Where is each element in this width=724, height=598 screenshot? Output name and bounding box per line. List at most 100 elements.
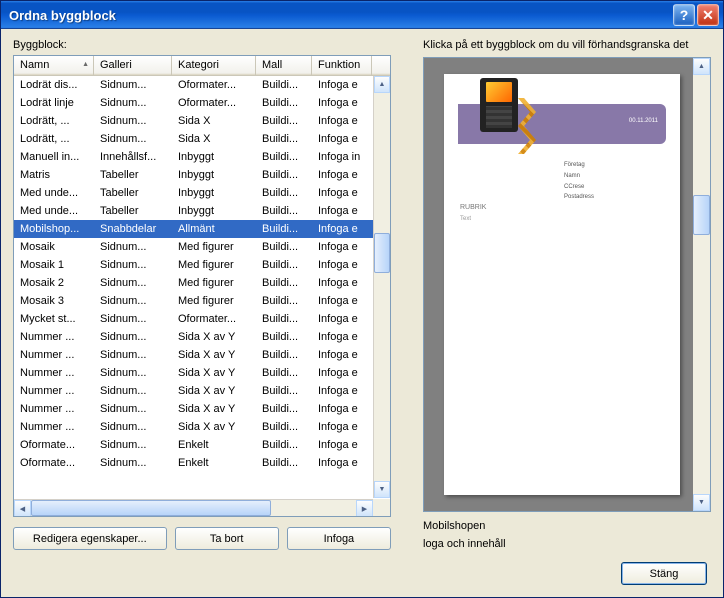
table-cell: Sidnum... bbox=[94, 113, 172, 129]
table-row[interactable]: Nummer ...Sidnum...Sida X av YBuildi...I… bbox=[14, 346, 390, 364]
table-row[interactable]: Lodrätt, ...Sidnum...Sida XBuildi...Info… bbox=[14, 130, 390, 148]
right-pane: Klicka på ett byggblock om du vill förha… bbox=[423, 39, 711, 550]
table-cell: Nummer ... bbox=[14, 365, 94, 381]
table-cell: Enkelt bbox=[172, 455, 256, 471]
table-cell: Mycket st... bbox=[14, 311, 94, 327]
col-funktion[interactable]: Funktion bbox=[312, 56, 372, 75]
table-cell: Med figurer bbox=[172, 239, 256, 255]
table-cell: Infoga e bbox=[312, 455, 372, 471]
table-cell: Med unde... bbox=[14, 203, 94, 219]
vertical-scrollbar[interactable]: ▲ ▼ bbox=[373, 76, 390, 498]
left-pane: Byggblock: Namn Galleri Kategori Mall Fu… bbox=[13, 39, 391, 550]
preview-item-desc: loga och innehåll bbox=[423, 538, 711, 550]
table-cell: Buildi... bbox=[256, 437, 312, 453]
table-row[interactable]: MatrisTabellerInbyggtBuildi...Infoga e bbox=[14, 166, 390, 184]
table-cell: Sida X av Y bbox=[172, 419, 256, 435]
table-cell: Inbyggt bbox=[172, 185, 256, 201]
hscroll-thumb[interactable] bbox=[31, 500, 271, 516]
table-cell: Buildi... bbox=[256, 329, 312, 345]
window-title: Ordna byggblock bbox=[9, 8, 671, 23]
footer: Stäng bbox=[13, 550, 711, 587]
horizontal-scrollbar[interactable]: ◀ ▶ bbox=[14, 499, 373, 516]
table-cell: Nummer ... bbox=[14, 329, 94, 345]
table-cell: Sidnum... bbox=[94, 347, 172, 363]
edit-properties-button[interactable]: Redigera egenskaper... bbox=[13, 527, 167, 550]
col-galleri[interactable]: Galleri bbox=[94, 56, 172, 75]
scroll-track[interactable] bbox=[693, 75, 710, 494]
scroll-corner bbox=[373, 499, 390, 516]
table-row[interactable]: Mycket st...Sidnum...Oformater...Buildi.… bbox=[14, 310, 390, 328]
insert-button[interactable]: Infoga bbox=[287, 527, 391, 550]
table-cell: Tabeller bbox=[94, 185, 172, 201]
table-cell: Infoga e bbox=[312, 329, 372, 345]
table-row[interactable]: Nummer ...Sidnum...Sida X av YBuildi...I… bbox=[14, 364, 390, 382]
table-row[interactable]: MosaikSidnum...Med figurerBuildi...Infog… bbox=[14, 238, 390, 256]
preview-rubrik: RUBRIK bbox=[460, 204, 486, 211]
table-cell: Tabeller bbox=[94, 203, 172, 219]
scroll-up-icon[interactable]: ▲ bbox=[693, 58, 710, 75]
table-row[interactable]: Mosaik 1Sidnum...Med figurerBuildi...Inf… bbox=[14, 256, 390, 274]
table-cell: Sidnum... bbox=[94, 239, 172, 255]
preview-scrollbar[interactable]: ▲ ▼ bbox=[693, 58, 710, 511]
preview-item-name: Mobilshopen bbox=[423, 520, 711, 532]
table-cell: Sida X bbox=[172, 131, 256, 147]
scroll-track[interactable] bbox=[374, 93, 390, 481]
table-row[interactable]: Nummer ...Sidnum...Sida X av YBuildi...I… bbox=[14, 400, 390, 418]
table-row[interactable]: Nummer ...Sidnum...Sida X av YBuildi...I… bbox=[14, 328, 390, 346]
preview-box: 00.11.2011 Företag Namn CCrese Postadres… bbox=[423, 57, 711, 512]
table-row[interactable]: Lodrätt, ...Sidnum...Sida XBuildi...Info… bbox=[14, 112, 390, 130]
table-cell: Sidnum... bbox=[94, 419, 172, 435]
table-cell: Infoga e bbox=[312, 401, 372, 417]
col-kategori[interactable]: Kategori bbox=[172, 56, 256, 75]
table-cell: Enkelt bbox=[172, 437, 256, 453]
delete-button[interactable]: Ta bort bbox=[175, 527, 279, 550]
table-cell: Inbyggt bbox=[172, 203, 256, 219]
table-cell: Infoga e bbox=[312, 419, 372, 435]
scroll-left-icon[interactable]: ◀ bbox=[14, 500, 31, 517]
table-cell: Infoga e bbox=[312, 185, 372, 201]
meta-line: Postadress bbox=[564, 192, 594, 203]
meta-line: Företag bbox=[564, 160, 594, 171]
scroll-thumb[interactable] bbox=[374, 233, 390, 273]
col-namn[interactable]: Namn bbox=[14, 56, 94, 75]
table-cell: Buildi... bbox=[256, 383, 312, 399]
table-cell: Infoga e bbox=[312, 347, 372, 363]
table-cell: Sidnum... bbox=[94, 95, 172, 111]
table-cell: Lodrät dis... bbox=[14, 77, 94, 93]
table-cell: Sidnum... bbox=[94, 293, 172, 309]
scroll-up-icon[interactable]: ▲ bbox=[374, 76, 390, 93]
scroll-down-icon[interactable]: ▼ bbox=[374, 481, 390, 498]
table-cell: Snabbdelar bbox=[94, 221, 172, 237]
hscroll-track[interactable] bbox=[31, 500, 356, 516]
scroll-thumb[interactable] bbox=[693, 195, 710, 235]
table-row[interactable]: Mobilshop...SnabbdelarAllmäntBuildi...In… bbox=[14, 220, 390, 238]
table-row[interactable]: Mosaik 2Sidnum...Med figurerBuildi...Inf… bbox=[14, 274, 390, 292]
scroll-down-icon[interactable]: ▼ bbox=[693, 494, 710, 511]
table-row[interactable]: Nummer ...Sidnum...Sida X av YBuildi...I… bbox=[14, 418, 390, 436]
table-row[interactable]: Manuell in...Innehållsf...InbyggtBuildi.… bbox=[14, 148, 390, 166]
close-button[interactable]: Stäng bbox=[621, 562, 707, 585]
table-row[interactable]: Oformate...Sidnum...EnkeltBuildi...Infog… bbox=[14, 454, 390, 472]
table-cell: Infoga e bbox=[312, 203, 372, 219]
table-cell: Nummer ... bbox=[14, 419, 94, 435]
table-row[interactable]: Oformate...Sidnum...EnkeltBuildi...Infog… bbox=[14, 436, 390, 454]
table-cell: Sidnum... bbox=[94, 275, 172, 291]
table-cell: Med unde... bbox=[14, 185, 94, 201]
close-icon[interactable]: ✕ bbox=[697, 4, 719, 26]
table-cell: Buildi... bbox=[256, 131, 312, 147]
table-cell: Infoga e bbox=[312, 365, 372, 381]
table-row[interactable]: Mosaik 3Sidnum...Med figurerBuildi...Inf… bbox=[14, 292, 390, 310]
table-row[interactable]: Lodrät linjeSidnum...Oformater...Buildi.… bbox=[14, 94, 390, 112]
table-row[interactable]: Nummer ...Sidnum...Sida X av YBuildi...I… bbox=[14, 382, 390, 400]
preview-hint: Klicka på ett byggblock om du vill förha… bbox=[423, 39, 711, 51]
table-cell: Buildi... bbox=[256, 455, 312, 471]
table-cell: Nummer ... bbox=[14, 347, 94, 363]
table-row[interactable]: Med unde...TabellerInbyggtBuildi...Infog… bbox=[14, 202, 390, 220]
col-mall[interactable]: Mall bbox=[256, 56, 312, 75]
table-cell: Sida X av Y bbox=[172, 401, 256, 417]
table-cell: Nummer ... bbox=[14, 383, 94, 399]
table-row[interactable]: Med unde...TabellerInbyggtBuildi...Infog… bbox=[14, 184, 390, 202]
table-row[interactable]: Lodrät dis...Sidnum...Oformater...Buildi… bbox=[14, 76, 390, 94]
help-button[interactable]: ? bbox=[673, 4, 695, 26]
scroll-right-icon[interactable]: ▶ bbox=[356, 500, 373, 517]
